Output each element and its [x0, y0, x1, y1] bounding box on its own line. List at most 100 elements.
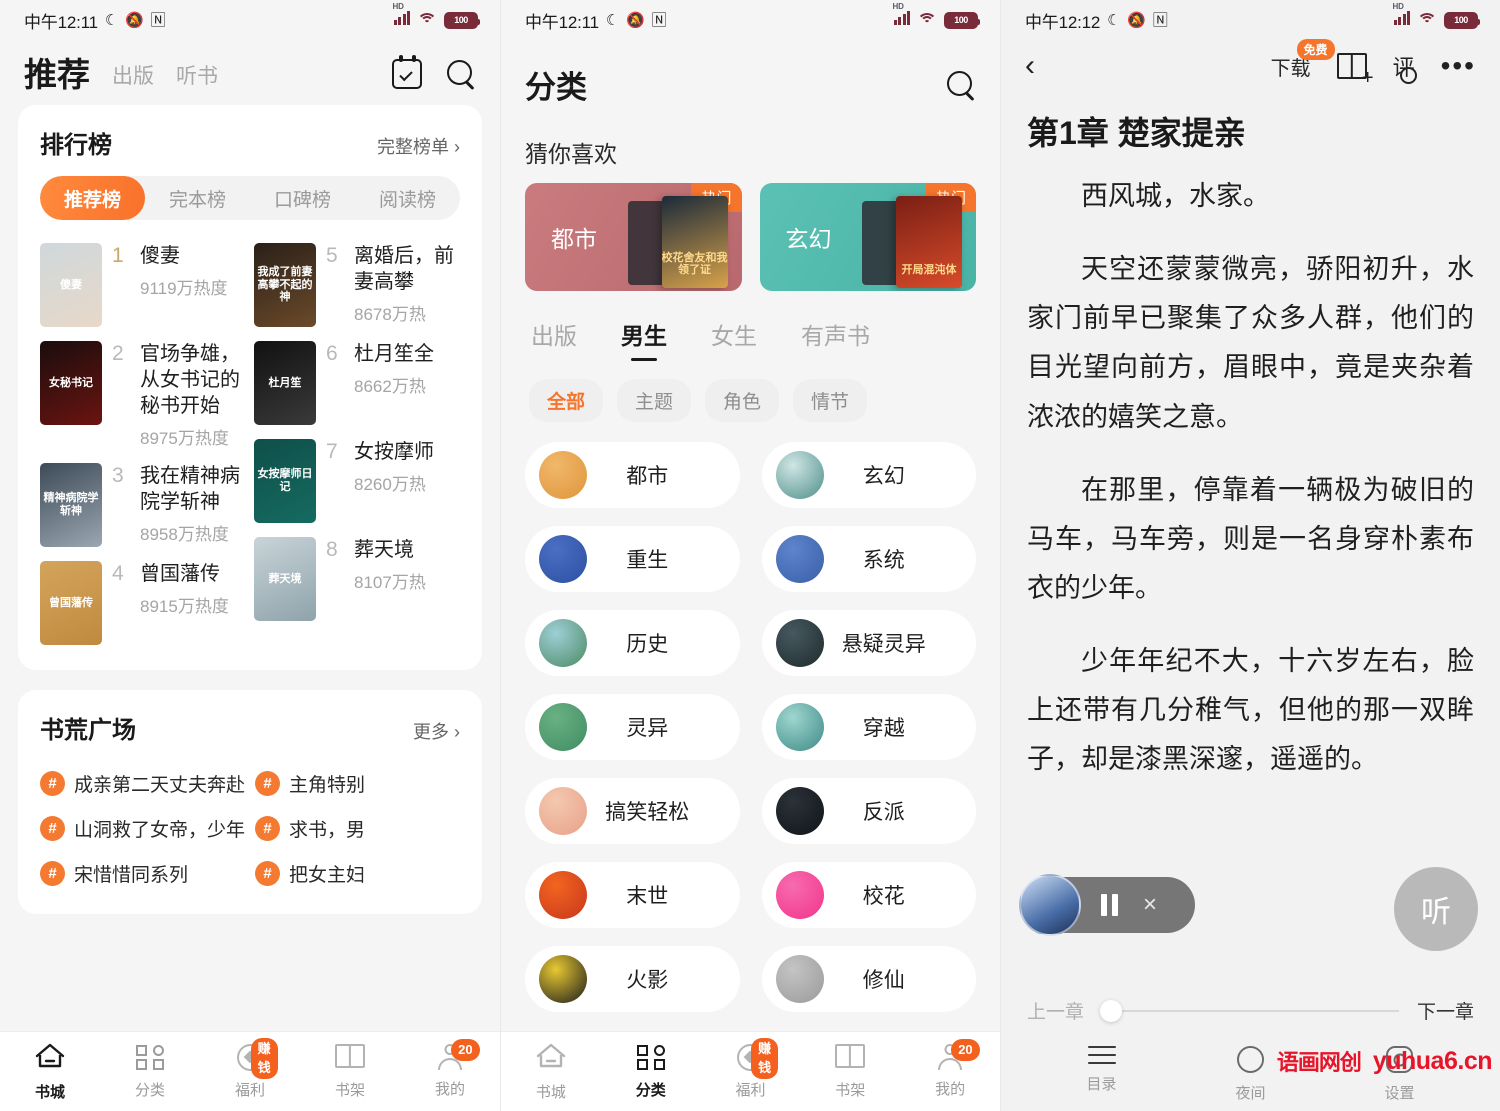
category-tab-1[interactable]: 男生 — [621, 317, 667, 363]
rank-row[interactable]: 女秘书记 2 官场争雄，从女书记的秘书开始 8975万热度 — [40, 334, 246, 456]
category-item[interactable]: 搞笑轻松 — [525, 778, 740, 844]
nav-item-bookstore[interactable]: 书城 — [501, 1041, 601, 1102]
banner-card-1[interactable]: 都市热门校花舍友和我领了证 — [525, 183, 742, 291]
book-cover[interactable]: 精神病院学斩神 — [40, 463, 102, 547]
rank-row[interactable]: 精神病院学斩神 3 我在精神病院学斩神 8958万热度 — [40, 456, 246, 554]
search-icon[interactable] — [946, 70, 976, 100]
chapter-title: 第1章 楚家提亲 — [1027, 115, 1246, 151]
category-item[interactable]: 穿越 — [761, 694, 976, 760]
close-icon[interactable]: × — [1143, 893, 1157, 917]
nav-item-shelf[interactable]: 书架 — [300, 1043, 400, 1100]
ranking-card: 排行榜 完整榜单 › 推荐榜 完本榜 口碑榜 阅读榜 傻妻 1 傻妻 9119万热度女… — [18, 105, 482, 670]
seg-reputation[interactable]: 口碑榜 — [250, 176, 355, 220]
filter-chip-2[interactable]: 角色 — [705, 379, 780, 422]
toc-button[interactable]: 目录 — [1027, 1046, 1176, 1094]
category-item[interactable]: 玄幻 — [761, 442, 976, 508]
back-chevron-icon[interactable]: ‹ — [1025, 51, 1035, 81]
rank-row[interactable]: 葬天境 8 葬天境 8107万热 — [254, 530, 460, 628]
full-ranking-link[interactable]: 完整榜单 › — [377, 133, 460, 159]
nav-item-bookstore[interactable]: 书城 — [0, 1041, 100, 1102]
comment-button[interactable]: 评 — [1393, 50, 1417, 84]
nav-item-welfare[interactable]: 赚钱 福利 — [200, 1037, 300, 1100]
tag-row[interactable]: # 把女主妇 — [255, 851, 460, 896]
seg-completed[interactable]: 完本榜 — [145, 176, 250, 220]
status-right: HD 100 — [1393, 2, 1480, 30]
tag-row[interactable]: # 宋惜惜同系列 — [40, 851, 245, 896]
prev-chapter-button[interactable]: 上一章 — [1027, 997, 1084, 1024]
book-plaza-more-link[interactable]: 更多 › — [413, 718, 460, 744]
nav-item-welfare[interactable]: 赚钱 福利 — [701, 1037, 801, 1100]
seg-reading[interactable]: 阅读榜 — [355, 176, 460, 220]
category-item[interactable]: 悬疑灵异 — [761, 610, 976, 676]
category-tab-3[interactable]: 有声书 — [801, 317, 870, 363]
rank-row[interactable]: 傻妻 1 傻妻 9119万热度 — [40, 236, 246, 334]
cover-title: 杜月笙 — [268, 376, 302, 389]
filter-chips: 全部 主题 角色 情节 — [501, 363, 1000, 436]
tag-row[interactable]: # 主角特别 — [255, 761, 460, 806]
book-cover[interactable]: 葬天境 — [254, 537, 316, 621]
book-cover[interactable]: 我成了前妻高攀不起的神 — [254, 243, 316, 327]
category-label: 重生 — [626, 549, 669, 572]
mini-audio-player[interactable]: × — [1019, 874, 1195, 936]
add-bookmark-icon[interactable] — [1336, 53, 1374, 88]
book-cover[interactable]: 傻妻 — [40, 243, 102, 327]
more-dots-icon[interactable]: ••• — [1441, 51, 1476, 79]
book-title: 葬天境 — [354, 539, 414, 561]
tab-audiobook[interactable]: 听书 — [176, 66, 218, 91]
book-title: 曾国藩传 — [140, 563, 220, 585]
filter-chip-0[interactable]: 全部 — [529, 379, 604, 422]
book-cover[interactable]: 曾国藩传 — [40, 561, 102, 645]
status-bar: 中午12:11 ☾ 🔕 🄽 HD 100 — [0, 0, 500, 40]
category-item[interactable]: 灵异 — [525, 694, 740, 760]
filter-chip-3[interactable]: 情节 — [793, 379, 868, 422]
banner-card-2[interactable]: 玄幻热门开局混沌体 — [759, 183, 976, 291]
category-tab-2[interactable]: 女生 — [711, 317, 757, 363]
status-time: 中午12:11 — [24, 12, 98, 32]
nav-item-category[interactable]: 分类 — [601, 1044, 701, 1100]
category-item[interactable]: 反派 — [761, 778, 976, 844]
slider-knob[interactable] — [1100, 999, 1123, 1022]
filter-chip-1[interactable]: 主题 — [617, 379, 692, 422]
category-item[interactable]: 重生 — [525, 526, 740, 592]
calendar-icon[interactable] — [392, 55, 422, 89]
seg-recommend[interactable]: 推荐榜 — [40, 176, 145, 220]
search-icon[interactable] — [446, 59, 476, 89]
rank-row[interactable]: 我成了前妻高攀不起的神 5 离婚后，前妻高攀 8678万热 — [254, 236, 460, 334]
book-heat: 8678万热 — [354, 305, 426, 324]
moon-icon: ☾ — [104, 11, 119, 29]
category-item[interactable]: 火影 — [525, 946, 740, 1012]
battery-icon: 100 — [944, 11, 980, 29]
tag-row[interactable]: # 成亲第二天丈夫奔赴战场，… — [40, 761, 245, 806]
category-item[interactable]: 系统 — [761, 526, 976, 592]
download-button[interactable]: 下载 免费 — [1271, 38, 1335, 81]
mute-icon: 🔕 — [1127, 11, 1146, 29]
tab-publication[interactable]: 出版 — [112, 66, 154, 91]
rank-row[interactable]: 曾国藩传 4 曾国藩传 8915万热度 — [40, 554, 246, 652]
nav-item-shelf[interactable]: 书架 — [800, 1043, 900, 1100]
nav-item-category[interactable]: 分类 — [100, 1044, 200, 1100]
next-chapter-button[interactable]: 下一章 — [1417, 997, 1474, 1024]
category-tab-0[interactable]: 出版 — [531, 317, 577, 363]
nav-label: 分类 — [134, 1081, 165, 1099]
rank-row[interactable]: 杜月笙 6 杜月笙全 8662万热 — [254, 334, 460, 432]
tag-row[interactable]: # 求书，男 — [255, 806, 460, 851]
nav-item-mine[interactable]: 20 我的 — [400, 1039, 500, 1099]
chapter-progress-slider[interactable] — [1100, 999, 1399, 1022]
rank-row[interactable]: 女按摩师日记 7 女按摩师 8260万热 — [254, 432, 460, 530]
pause-icon[interactable] — [1101, 894, 1121, 916]
tag-row[interactable]: # 山洞救了女帝，少年修为一… — [40, 806, 245, 851]
category-item[interactable]: 都市 — [525, 442, 740, 508]
category-item[interactable]: 修仙 — [761, 946, 976, 1012]
category-item[interactable]: 末世 — [525, 862, 740, 928]
book-cover[interactable]: 杜月笙 — [254, 341, 316, 425]
player-book-thumb[interactable] — [1019, 874, 1081, 936]
night-label: 夜间 — [1235, 1085, 1266, 1102]
listen-fab-button[interactable]: 听 — [1394, 867, 1478, 951]
book-cover[interactable]: 女按摩师日记 — [254, 439, 316, 523]
book-cover[interactable]: 女秘书记 — [40, 341, 102, 425]
moon-icon: ☾ — [605, 11, 620, 29]
nav-item-mine[interactable]: 20 我的 — [900, 1039, 1000, 1099]
book-plaza-title: 书荒广场 — [40, 717, 136, 744]
category-item[interactable]: 校花 — [761, 862, 976, 928]
category-item[interactable]: 历史 — [525, 610, 740, 676]
